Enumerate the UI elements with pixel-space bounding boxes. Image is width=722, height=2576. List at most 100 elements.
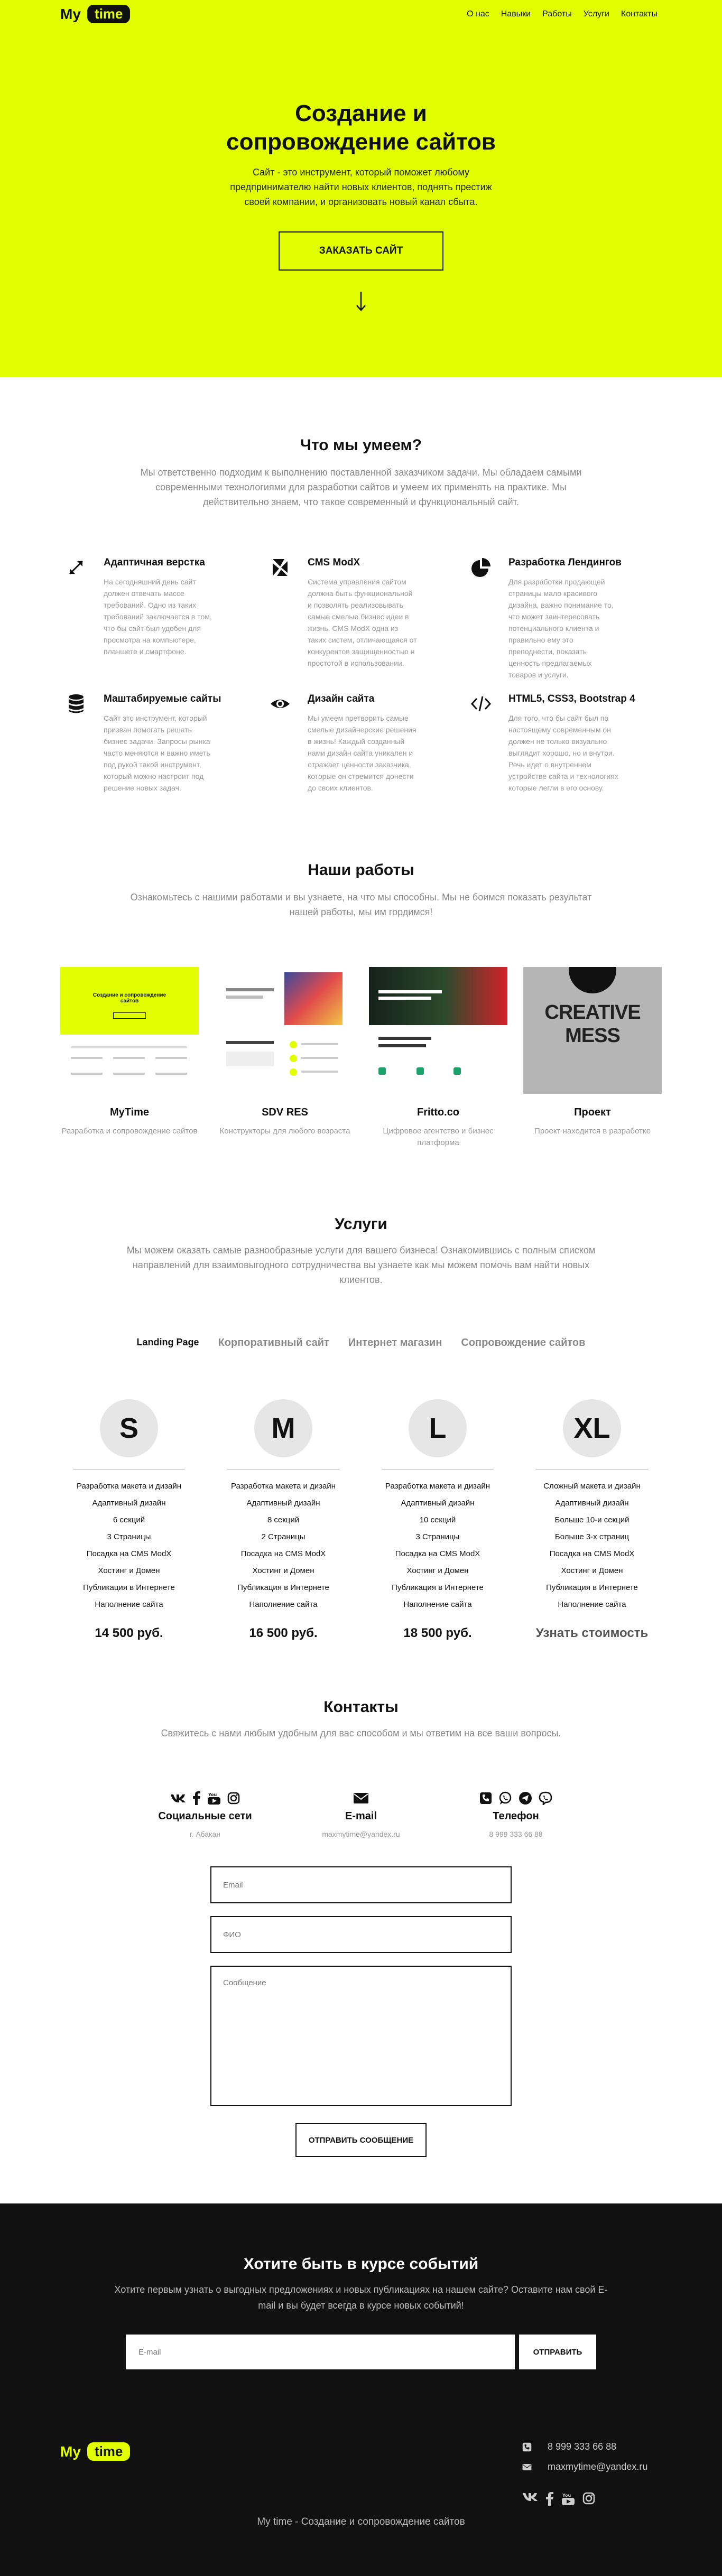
skill-text-html: Для того, что бы сайт был по настоящему … [508, 714, 618, 792]
newsletter-email-input[interactable] [126, 2335, 515, 2369]
contact-email-title: E-mail [345, 1810, 377, 1822]
plan-size-badge: L [409, 1399, 467, 1457]
plan-feature: Публикация в Интернете [392, 1583, 484, 1592]
top-navbar: My time О нас Навыки Работы Услуги Конта… [0, 0, 722, 32]
plan-xl: XL Сложный макета и дизайн Адаптивный ди… [529, 1399, 655, 1641]
plan-feature: Адаптивный дизайн [401, 1499, 475, 1508]
plan-feature: Наполнение сайта [249, 1600, 318, 1609]
nav-services[interactable]: Услуги [584, 10, 609, 19]
contact-email-input[interactable] [210, 1866, 512, 1903]
svg-text:You: You [208, 1792, 217, 1797]
facebook-icon[interactable] [192, 1791, 201, 1805]
logo[interactable]: My time [60, 5, 131, 23]
viber-icon[interactable] [539, 1791, 552, 1805]
contacts-subtitle: Свяжитесь с нами любым удобным для вас с… [161, 1728, 561, 1738]
work-thumb-fritto[interactable] [369, 967, 507, 1094]
skill-title-design: Дизайн сайта [308, 693, 375, 704]
skill-text-design: Мы умеем претворить самые смелые дизайне… [308, 714, 416, 792]
instagram-icon[interactable] [582, 2492, 595, 2505]
contacts-title: Контакты [323, 1698, 399, 1716]
nav-works[interactable]: Работы [542, 10, 572, 19]
footer-logo[interactable]: My time [60, 2442, 131, 2461]
plan-feature: Наполнение сайта [403, 1600, 472, 1609]
tab-corporate-site[interactable]: Корпоративный сайт [218, 1337, 329, 1349]
work-desc-fritto: Цифровое агентство и бизнес платформа [383, 1127, 494, 1147]
modx-icon [273, 559, 288, 576]
divider [73, 1469, 185, 1470]
vk-icon[interactable] [522, 2492, 538, 2501]
contact-phone-value[interactable]: 8 999 333 66 88 [452, 1830, 579, 1838]
arrow-down-icon[interactable] [355, 291, 367, 312]
plan-l: L Разработка макета и дизайн Адаптивный … [374, 1399, 501, 1641]
work-thumb-mytime[interactable]: Создание и сопровождение сайтов [60, 967, 199, 1094]
services-title: Услуги [335, 1215, 387, 1233]
work-name-sdvres[interactable]: SDV RES [216, 1106, 354, 1119]
work-thumb-sdvres[interactable] [216, 967, 354, 1094]
skills-title: Что мы умеем? [300, 436, 422, 454]
plan-feature: Хостинг и Домен [98, 1566, 160, 1575]
svg-text:You: You [562, 2493, 571, 2498]
plan-features: Разработка макета и дизайн Адаптивный ди… [374, 1478, 501, 1613]
contact-message-textarea[interactable] [210, 1966, 512, 2106]
footer-phone[interactable]: 8 999 333 66 88 [522, 2441, 616, 2452]
tab-landing-page[interactable]: Landing Page [137, 1337, 199, 1349]
plan-features: Сложный макета и дизайн Адаптивный дизай… [529, 1478, 655, 1613]
work-desc-sdvres: Конструкторы для любого возраста [219, 1127, 350, 1136]
expand-arrows-icon [69, 560, 84, 575]
work-name-mytime[interactable]: MyTime [60, 1106, 199, 1119]
work-thumb-mytime-title: Создание и сопровождение сайтов [92, 992, 166, 1004]
footer-copyright: My time - Создание и сопровождение сайто… [257, 2516, 465, 2527]
skill-title-scalable: Маштабируемые сайты [104, 693, 221, 704]
plan-feature: Посадка на CMS ModX [549, 1549, 635, 1558]
plan-feature: Адаптивный дизайн [555, 1499, 629, 1508]
eye-icon [271, 700, 290, 708]
plan-price-request[interactable]: Узнать стоимость [529, 1626, 655, 1641]
order-site-button[interactable]: ЗАКАЗАТЬ САЙТ [279, 231, 443, 271]
plan-feature: Адаптивный дизайн [92, 1499, 166, 1508]
phone-icon[interactable] [479, 1792, 492, 1805]
work-name-fritto[interactable]: Fritto.co [369, 1106, 507, 1119]
contact-social: You Социальные сети г. Абакан [142, 1790, 269, 1838]
whatsapp-icon[interactable] [498, 1791, 512, 1805]
nav-contacts[interactable]: Контакты [621, 10, 658, 19]
newsletter-subtitle: Хотите первым узнать о выгодных предложе… [114, 2284, 608, 2311]
youtube-icon[interactable]: You [207, 1791, 221, 1805]
work-thumb-project[interactable]: CREATIVE MESS [523, 967, 662, 1094]
tab-site-support[interactable]: Сопровождение сайтов [461, 1337, 585, 1349]
contact-name-input[interactable] [210, 1916, 512, 1953]
work-thumb-project-text: CREATIVE MESS [544, 1001, 641, 1047]
envelope-icon [354, 1793, 368, 1803]
footer-logo-time-badge: time [87, 2442, 131, 2461]
divider [536, 1469, 648, 1470]
nav-skills[interactable]: Навыки [501, 10, 531, 19]
contact-email: E-mail maxmytime@yandex.ru [298, 1790, 424, 1838]
skill-text-landing: Для разработки продающей страницы мало к… [508, 578, 614, 679]
nav-about[interactable]: О нас [467, 10, 489, 19]
youtube-icon[interactable]: You [561, 2492, 575, 2506]
instagram-icon[interactable] [227, 1792, 240, 1805]
skill-text-adaptive: На сегодняшний день сайт должен отвечать… [104, 578, 212, 656]
footer-email[interactable]: maxmytime@yandex.ru [522, 2461, 647, 2472]
footer-logo-my-text: My [60, 2443, 81, 2460]
plan-price: 16 500 руб. [249, 1626, 318, 1640]
plan-feature: Хостинг и Домен [252, 1566, 314, 1575]
plan-size-badge: S [100, 1399, 158, 1457]
plan-feature: Больше 3-х страниц [554, 1532, 630, 1541]
envelope-icon [522, 2463, 532, 2470]
plan-feature: Разработка макета и дизайн [385, 1482, 490, 1491]
plan-feature: 3 Страницы [415, 1532, 460, 1541]
send-message-button[interactable]: ОТПРАВИТЬ СООБЩЕНИЕ [295, 2123, 427, 2157]
contact-social-title: Социальные сети [158, 1810, 252, 1822]
facebook-icon[interactable] [545, 2492, 554, 2506]
tab-online-store[interactable]: Интернет магазин [348, 1337, 442, 1349]
telegram-icon[interactable] [519, 1791, 532, 1805]
newsletter-submit-button[interactable]: ОТПРАВИТЬ [519, 2335, 596, 2369]
plan-feature: 8 секций [267, 1515, 300, 1524]
vk-icon[interactable] [170, 1793, 186, 1803]
plan-feature: Публикация в Интернете [237, 1583, 329, 1592]
contact-email-value[interactable]: maxmytime@yandex.ru [298, 1830, 424, 1838]
work-name-project[interactable]: Проект [523, 1106, 662, 1119]
plan-feature: Адаптивный дизайн [246, 1499, 320, 1508]
footer-phone-value: 8 999 333 66 88 [548, 2441, 617, 2452]
newsletter-title: Хотите быть в курсе событий [243, 2255, 479, 2273]
